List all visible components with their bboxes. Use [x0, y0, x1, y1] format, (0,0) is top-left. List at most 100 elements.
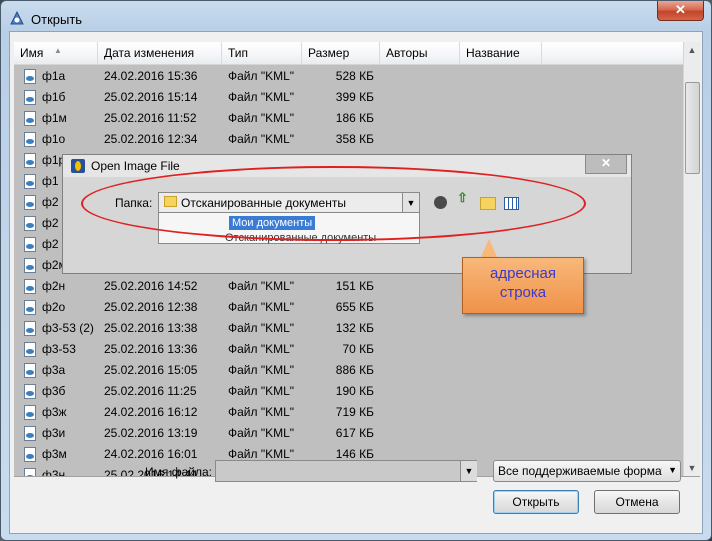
cancel-button[interactable]: Отмена [594, 490, 680, 514]
file-type-value: Все поддерживаемые формат [498, 464, 662, 478]
file-name-cell: ф1 [42, 174, 59, 188]
kml-file-icon [24, 468, 36, 476]
kml-file-icon [24, 174, 36, 189]
file-type-cell: Файл "KML" [228, 132, 295, 146]
file-date-cell: 25.02.2016 11:25 [104, 384, 197, 398]
file-name-cell: ф3ж [42, 405, 67, 419]
kml-file-icon [24, 300, 36, 315]
file-size-cell: 528 КБ [335, 69, 374, 83]
kml-file-icon [24, 153, 36, 168]
close-button[interactable]: ✕ [657, 1, 704, 21]
open-button[interactable]: Открыть [493, 490, 579, 514]
file-size-cell: 886 КБ [335, 363, 374, 377]
file-type-cell: Файл "KML" [228, 363, 295, 377]
table-row[interactable]: ф1а 24.02.2016 15:36 Файл "KML" 528 КБ [14, 66, 684, 87]
kml-file-icon [24, 195, 36, 210]
file-size-cell: 186 КБ [335, 111, 374, 125]
scroll-down-arrow-icon[interactable]: ▼ [684, 460, 700, 476]
kml-file-icon [24, 90, 36, 105]
kml-file-icon [24, 69, 36, 84]
kml-file-icon [24, 384, 36, 399]
file-name-cell: ф1а [42, 69, 66, 83]
col-name-header[interactable]: ▲ Имя [14, 42, 98, 64]
dialog-client-area: ▲ Имя Дата изменения Тип Размер Авторы Н… [9, 31, 703, 534]
file-name-cell: ф2о [42, 300, 66, 314]
file-name-cell: ф2 [42, 195, 59, 209]
callout-line-1: адресная [489, 265, 557, 282]
file-type-select[interactable]: Все поддерживаемые формат ▼ [493, 460, 681, 482]
window-title: Открыть [31, 11, 83, 27]
annotation-callout: адресная строка [462, 257, 584, 314]
file-size-cell: 70 КБ [342, 342, 374, 356]
kml-file-icon [24, 363, 36, 378]
file-type-cell: Файл "KML" [228, 405, 295, 419]
file-name-cell: ф1м [42, 111, 67, 125]
open-file-dialog: Открыть ✕ ▲ Имя Дата изменения Тип Разме… [0, 0, 712, 541]
scroll-up-arrow-icon[interactable]: ▲ [684, 42, 700, 58]
table-row[interactable]: ф3и 25.02.2016 13:19 Файл "KML" 617 КБ [14, 423, 684, 444]
file-name-cell: ф2 [42, 216, 59, 230]
file-size-cell: 358 КБ [335, 132, 374, 146]
kml-file-icon [24, 426, 36, 441]
file-date-cell: 25.02.2016 15:05 [104, 363, 198, 377]
col-size-header[interactable]: Размер [302, 42, 380, 64]
file-type-cell: Файл "KML" [228, 321, 295, 335]
file-type-cell: Файл "KML" [228, 69, 295, 83]
col-title-header[interactable]: Название [460, 42, 542, 64]
table-row[interactable]: ф3-53 (2) 25.02.2016 13:38 Файл "KML" 132 К… [14, 318, 684, 339]
table-row[interactable]: ф1м 25.02.2016 11:52 Файл "KML" 186 КБ [14, 108, 684, 129]
inner-dialog-title: Open Image File [91, 159, 180, 173]
file-type-cell: Файл "KML" [228, 342, 295, 356]
file-type-cell: Файл "KML" [228, 111, 295, 125]
file-type-cell: Файл "KML" [228, 90, 295, 104]
file-size-cell: 655 КБ [335, 300, 374, 314]
table-row[interactable]: ф3а 25.02.2016 15:05 Файл "KML" 886 КБ [14, 360, 684, 381]
file-name-cell: ф3-53 [42, 342, 76, 356]
file-date-cell: 25.02.2016 13:19 [104, 426, 198, 440]
table-row[interactable]: ф1б 25.02.2016 15:14 Файл "KML" 399 КБ [14, 87, 684, 108]
inner-close-button[interactable]: ✕ [585, 155, 627, 174]
file-name-cell: ф3н [42, 468, 66, 477]
table-row[interactable]: ф3ж 24.02.2016 16:12 Файл "KML" 719 КБ [14, 402, 684, 423]
title-bar: Открыть [9, 7, 82, 31]
table-row[interactable]: ф3б 25.02.2016 11:25 Файл "KML" 190 КБ [14, 381, 684, 402]
file-name-cell: ф3м [42, 447, 67, 461]
file-name-cell: ф3-53 (2) [42, 321, 94, 335]
file-type-cell: Файл "KML" [228, 279, 295, 293]
file-name-dropdown-icon[interactable]: ▼ [460, 461, 477, 481]
app-icon [10, 11, 24, 25]
file-type-cell: Файл "KML" [228, 384, 295, 398]
col-authors-header[interactable]: Авторы [380, 42, 460, 64]
scroll-thumb[interactable] [685, 82, 700, 174]
file-size-cell: 190 КБ [335, 384, 374, 398]
file-name-cell: ф2 [42, 237, 59, 251]
callout-line-2: строка [499, 284, 547, 301]
image-app-icon [71, 159, 85, 173]
kml-file-icon [24, 216, 36, 231]
file-size-cell: 399 КБ [335, 90, 374, 104]
file-size-cell: 132 КБ [335, 321, 374, 335]
file-date-cell: 25.02.2016 14:52 [104, 279, 198, 293]
table-row[interactable]: ф1о 25.02.2016 12:34 Файл "KML" 358 КБ [14, 129, 684, 150]
file-date-cell: 25.02.2016 11:52 [104, 111, 197, 125]
kml-file-icon [24, 342, 36, 357]
file-name-cell: ф1б [42, 90, 66, 104]
kml-file-icon [24, 237, 36, 252]
file-date-cell: 25.02.2016 15:14 [104, 90, 198, 104]
file-date-cell: 25.02.2016 12:34 [104, 132, 198, 146]
file-date-cell: 24.02.2016 16:01 [104, 447, 198, 461]
file-name-cell: ф3б [42, 384, 66, 398]
callout-pointer [480, 239, 498, 259]
kml-file-icon [24, 258, 36, 273]
vertical-scrollbar[interactable]: ▲ ▼ [683, 42, 700, 476]
kml-file-icon [24, 405, 36, 420]
list-header: ▲ Имя Дата изменения Тип Размер Авторы Н… [14, 42, 684, 65]
col-type-header[interactable]: Тип [222, 42, 302, 64]
file-date-cell: 24.02.2016 16:12 [104, 405, 198, 419]
file-date-cell: 25.02.2016 13:38 [104, 321, 198, 335]
chevron-down-icon: ▼ [668, 465, 677, 475]
col-date-header[interactable]: Дата изменения [98, 42, 222, 64]
file-name-input[interactable] [215, 460, 477, 482]
kml-file-icon [24, 132, 36, 147]
table-row[interactable]: ф3-53 25.02.2016 13:36 Файл "KML" 70 КБ [14, 339, 684, 360]
